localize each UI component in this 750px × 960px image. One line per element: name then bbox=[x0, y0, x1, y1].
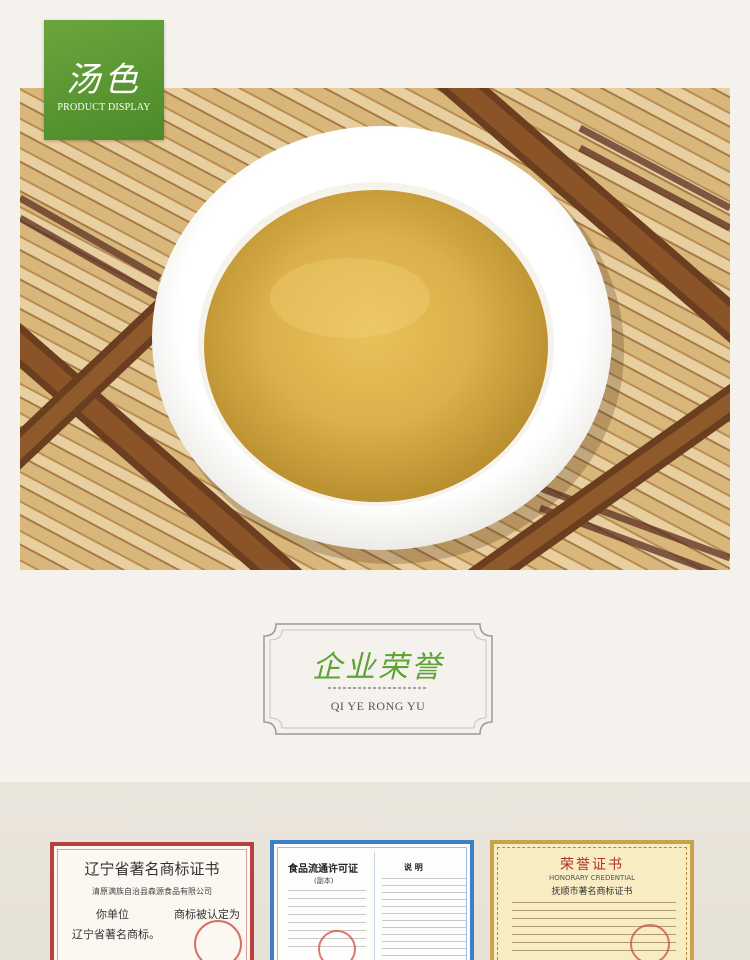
license-subtitle: (副本) bbox=[314, 877, 334, 885]
honor-cert-subtitle-en: HONORARY CREDENTIAL bbox=[548, 874, 636, 882]
honor-subtitle: QI YE RONG YU bbox=[330, 699, 426, 713]
certificate-company: 清原满族自治县森源食品有限公司 bbox=[92, 887, 212, 896]
honor-title: 企业荣誉 bbox=[312, 650, 444, 685]
certificate-title: 辽宁省著名商标证书 bbox=[84, 860, 220, 878]
license-notes-title: 说 明 bbox=[404, 863, 423, 872]
badge-subtitle: PRODUCT DISPLAY bbox=[57, 102, 151, 113]
badge-title: 汤色 bbox=[66, 60, 142, 100]
certificates-strip: 辽宁省著名商标证书 清原满族自治县森源食品有限公司 你单位 商标被认定为 辽宁省… bbox=[0, 782, 750, 960]
official-seal-icon bbox=[630, 924, 670, 960]
certificate-food-circulation-license: 食品流通许可证 (副本) 说 明 bbox=[270, 840, 474, 960]
official-seal-icon bbox=[194, 920, 242, 960]
certificate-famous-trademark-liaoning: 辽宁省著名商标证书 清原满族自治县森源食品有限公司 你单位 商标被认定为 辽宁省… bbox=[50, 842, 254, 960]
product-photo bbox=[20, 88, 730, 570]
honor-cert-subtitle-cn: 抚顺市著名商标证书 bbox=[551, 887, 633, 897]
official-seal-icon bbox=[318, 930, 356, 960]
license-title: 食品流通许可证 bbox=[288, 864, 358, 875]
honor-cert-title: 荣誉证书 bbox=[560, 857, 624, 873]
section-badge: 汤色 PRODUCT DISPLAY bbox=[44, 20, 164, 140]
certificate-line-end: 商标被认定为 bbox=[174, 908, 240, 921]
certificate-line: 辽宁省著名商标。 bbox=[72, 928, 160, 941]
certificate-line: 你单位 bbox=[96, 908, 129, 921]
certificate-honorary-credential: 荣誉证书 HONORARY CREDENTIAL 抚顺市著名商标证书 bbox=[490, 840, 694, 960]
honor-heading: 企业荣誉 QI YE RONG YU bbox=[262, 622, 494, 736]
